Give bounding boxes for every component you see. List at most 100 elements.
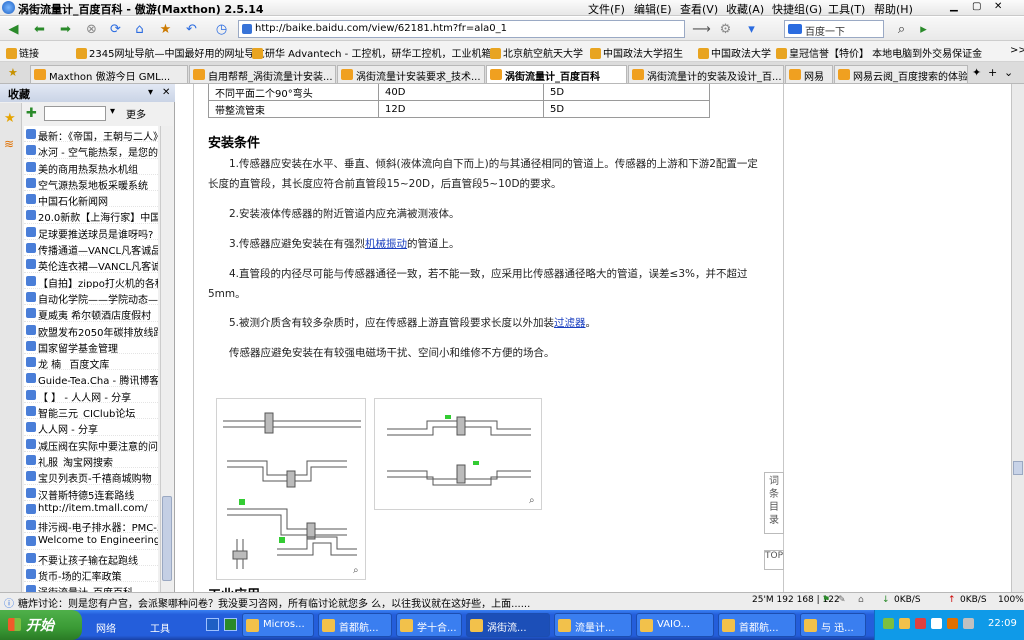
bookmark-buaa[interactable]: 北京航空航天大学: [490, 45, 583, 60]
zoom-icon[interactable]: ⌕: [529, 495, 535, 506]
favorites-icon[interactable]: ★: [156, 20, 175, 38]
list-item[interactable]: 人人网 - 分享: [24, 419, 158, 436]
tab-maxthon-today[interactable]: Maxthon 傲游今日 GML...: [30, 65, 188, 83]
zoom-level[interactable]: 100%: [998, 595, 1024, 605]
menu-view[interactable]: 查看(V): [680, 1, 718, 17]
list-item[interactable]: 美的商用热泵热水机组: [24, 159, 158, 175]
list-item[interactable]: 欧盟发布2050年碳排放线路图: [24, 322, 158, 338]
ie-icon[interactable]: [206, 618, 219, 631]
close-button[interactable]: ✕: [994, 1, 1002, 12]
tray-app-icon[interactable]: [931, 618, 942, 629]
clock[interactable]: 22:09: [988, 618, 1017, 629]
menu-tools[interactable]: 工具(T): [828, 1, 865, 17]
install-diagram-2[interactable]: ⌕: [374, 398, 542, 510]
list-item[interactable]: Welcome to Engineering: [24, 533, 158, 550]
page-scroll-thumb[interactable]: [1013, 461, 1023, 475]
sidebar-filter-input[interactable]: [44, 106, 106, 121]
search-input[interactable]: 百度一下: [784, 20, 884, 38]
list-item[interactable]: 最新：《帝国，王朝与二人》: [24, 126, 158, 143]
back-arrow-icon[interactable]: ⬅: [30, 20, 49, 38]
task-flowmeter[interactable]: 流量计...: [554, 613, 632, 637]
task-vortex-active[interactable]: 涡街流...: [466, 613, 550, 637]
list-item[interactable]: 空气源热泵地板采暖系统: [24, 175, 158, 192]
list-item[interactable]: http://item.tmall.com/: [24, 501, 158, 518]
list-item[interactable]: 汉普斯特德5连套路线: [24, 485, 158, 501]
list-item[interactable]: 减压阀在实际中要注意的问题: [24, 436, 158, 452]
list-item[interactable]: 货币-场的汇率政策: [24, 566, 158, 583]
list-item[interactable]: 夏威夷 希尔顿酒店度假村: [24, 305, 158, 322]
list-item[interactable]: 20.0新款【上海行家】中国...: [24, 207, 158, 224]
task-capital[interactable]: 首都航...: [318, 613, 392, 637]
tool-icon[interactable]: ✎: [838, 595, 846, 605]
quick-tools[interactable]: 工具: [150, 620, 170, 635]
tray-app-icon[interactable]: [915, 618, 926, 629]
favorites-star-icon[interactable]: ★: [4, 111, 16, 126]
toc-button[interactable]: 词条目录: [764, 472, 784, 534]
refresh-icon[interactable]: ⟳: [106, 20, 125, 38]
history-icon[interactable]: ◷: [212, 20, 231, 38]
list-item[interactable]: 排污阀-电子排水器：PMC-5: [24, 517, 158, 534]
tray-app-icon[interactable]: [899, 618, 910, 629]
go-icon[interactable]: ⟶: [692, 20, 711, 38]
quick-network[interactable]: 网络: [96, 620, 116, 635]
screenshot-icon[interactable]: ⌂: [858, 595, 864, 605]
list-item[interactable]: 冰河 - 空气能热泵，是您的...: [24, 142, 158, 159]
undo-icon[interactable]: ↶: [182, 20, 201, 38]
new-tab-icon[interactable]: ✦: [972, 66, 981, 79]
list-item[interactable]: 传播通道—VANCL凡客诚品: [24, 240, 158, 257]
maximize-button[interactable]: ▢: [972, 1, 981, 12]
list-item[interactable]: 礼服_淘宝网搜索: [24, 452, 158, 469]
bookmark-advantech[interactable]: 研华 Advantech - 工控机，研华工控机，工业机箱...: [252, 45, 501, 60]
task-vaio[interactable]: VAIO...: [636, 613, 714, 637]
zoom-icon[interactable]: ⌕: [353, 565, 359, 576]
list-item[interactable]: 中国石化新闻网: [24, 191, 158, 208]
list-item[interactable]: 国家留学基金管理: [24, 338, 158, 355]
tab-ziyong[interactable]: 自用帮帮_涡街流量计安装...: [189, 65, 336, 83]
tab-163-search[interactable]: 网易云阅_百度搜索的体验门户: [834, 65, 968, 83]
list-item[interactable]: Guide-Tea.Cha - 腾讯博客: [24, 370, 158, 387]
start-button[interactable]: 开始: [0, 610, 82, 640]
add-tab-icon[interactable]: +: [988, 66, 997, 79]
tray-app-icon[interactable]: [883, 618, 894, 629]
bookmark-cupl[interactable]: 中国政法大学: [698, 45, 771, 60]
address-bar[interactable]: http://baike.baidu.com/view/62181.htm?fr…: [238, 20, 685, 38]
sidebar-scrollbar[interactable]: [160, 126, 173, 592]
list-item[interactable]: 龙 楠 _百度文库: [24, 354, 158, 371]
bookmark-links[interactable]: 链接: [6, 45, 39, 60]
task-capital-2[interactable]: 首都航...: [718, 613, 796, 637]
sidebar-dropdown-icon[interactable]: ▾: [110, 106, 115, 117]
back-icon[interactable]: ◀: [4, 20, 23, 38]
list-item[interactable]: 宝贝列表页-千禧商城购物: [24, 468, 158, 485]
back-to-top-button[interactable]: TOP: [764, 550, 784, 570]
add-favorite-icon[interactable]: ✚: [26, 106, 37, 121]
list-item[interactable]: 涡街流量计_百度百科: [24, 582, 158, 592]
tab-menu-icon[interactable]: ⌄: [1004, 66, 1013, 79]
menu-edit[interactable]: 编辑(E): [634, 1, 672, 17]
bookmark-more[interactable]: >>: [1010, 45, 1024, 56]
page-scrollbar[interactable]: [1011, 84, 1024, 592]
link-filter[interactable]: 过滤器: [554, 317, 586, 329]
tray-app-icon[interactable]: [947, 618, 958, 629]
plugin-icon[interactable]: ⚑: [822, 595, 830, 605]
link-mechanical-vibration[interactable]: 机械振动: [365, 238, 407, 250]
task-study[interactable]: 学十合...: [396, 613, 462, 637]
rss-icon[interactable]: ≋: [4, 137, 14, 151]
task-xunlei[interactable]: 与 迅...: [800, 613, 866, 637]
tab-baike-active[interactable]: 涡街流量计_百度百科: [486, 65, 627, 83]
install-diagram-1[interactable]: ⌕: [216, 398, 366, 580]
bookmark-2345[interactable]: 2345网址导航—中国最好用的网址导航: [76, 45, 264, 60]
bookmark-cupl-admission[interactable]: 中国政法大学招生: [590, 45, 683, 60]
task-micros[interactable]: Micros...: [242, 613, 314, 637]
list-item[interactable]: 【 】 - 人人网 - 分享: [24, 387, 158, 404]
list-item[interactable]: 英伦连衣裙—VANCL凡客诚品: [24, 256, 158, 273]
dropdown-chevron-icon[interactable]: ▾: [742, 20, 761, 38]
volume-icon[interactable]: [963, 618, 974, 629]
menu-help[interactable]: 帮助(H): [874, 1, 913, 17]
list-item[interactable]: 【自拍】zippo打火机的各种玩法: [24, 273, 158, 289]
list-item[interactable]: 不要让孩子输在起跑线: [24, 550, 158, 567]
tab-install-req[interactable]: 涡街流量计安装要求_技术...: [337, 65, 485, 83]
sidebar-more-button[interactable]: 更多: [126, 106, 146, 121]
home-icon[interactable]: ⌂: [130, 20, 149, 38]
star-icon[interactable]: ★: [8, 66, 18, 79]
tab-install-design[interactable]: 涡街流量计的安装及设计_百...: [628, 65, 784, 83]
